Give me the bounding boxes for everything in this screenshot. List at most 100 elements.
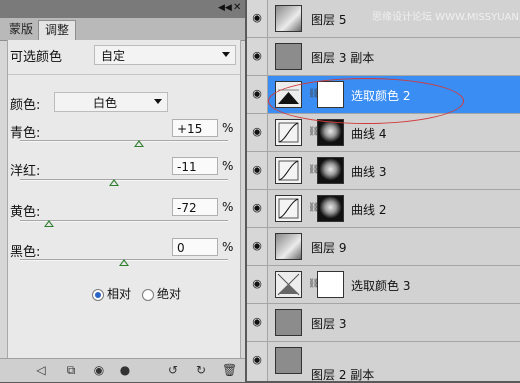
layer-mask-thumbnail xyxy=(317,195,344,222)
layer-thumbnail xyxy=(275,43,302,70)
collapse-icon[interactable]: ◀◀ xyxy=(218,3,232,13)
link-icon[interactable]: ⛓ xyxy=(308,280,319,289)
clip-icon[interactable]: ⧉ xyxy=(64,363,78,377)
yellow-unit: % xyxy=(222,200,234,214)
colors-label: 颜色: xyxy=(10,98,41,113)
yellow-value-input[interactable]: -72 xyxy=(172,198,218,216)
eye-icon: ◉ xyxy=(252,87,262,100)
layer-row[interactable]: ◉ 图层 3 副本 xyxy=(247,38,520,76)
cyan-slider-track[interactable] xyxy=(20,140,228,142)
layer-row[interactable]: ◉ ⛓ 曲线 2 xyxy=(247,190,520,228)
preset-dropdown[interactable]: 自定 xyxy=(94,45,236,65)
mask-icon[interactable]: ◉ xyxy=(92,363,106,377)
visibility-toggle[interactable]: ◉ xyxy=(247,152,268,189)
layer-name: 选取颜色 3 xyxy=(351,279,411,293)
cyan-value-input[interactable]: +15 xyxy=(172,119,218,137)
eye-icon: ◉ xyxy=(252,163,262,176)
curves-thumbnail xyxy=(275,157,302,184)
visibility-toggle[interactable]: ◉ xyxy=(247,0,268,37)
layer-name: 曲线 2 xyxy=(351,203,387,217)
cyan-label: 青色: xyxy=(10,126,41,141)
layer-row[interactable]: ◉ 图层 2 副本 xyxy=(247,342,520,382)
curve-icon xyxy=(278,160,299,181)
tab-adjustments[interactable]: 调整 xyxy=(38,20,77,40)
magenta-unit: % xyxy=(222,159,234,173)
link-icon[interactable]: ⛓ xyxy=(308,166,319,175)
back-arrow-icon[interactable]: ◁ xyxy=(34,363,48,377)
magenta-slider-thumb[interactable] xyxy=(108,179,119,186)
magenta-slider-track[interactable] xyxy=(20,179,228,181)
magenta-label: 洋红: xyxy=(10,164,41,179)
link-icon[interactable]: ⛓ xyxy=(308,128,319,137)
yellow-label: 黄色: xyxy=(10,205,41,220)
magenta-value-input[interactable]: -11 xyxy=(172,157,218,175)
colors-dropdown[interactable]: 白色 xyxy=(54,92,168,112)
layer-row[interactable]: ◉ 图层 9 xyxy=(247,228,520,266)
reset-icon[interactable]: ↺ xyxy=(166,363,180,377)
layer-name: 图层 2 副本 xyxy=(311,368,375,382)
layer-row[interactable]: ◉ ⛓ 选取颜色 3 xyxy=(247,266,520,304)
layer-name: 图层 3 xyxy=(311,317,347,331)
absolute-radio[interactable] xyxy=(142,289,154,301)
preset-value: 自定 xyxy=(101,49,126,63)
yellow-slider-thumb[interactable] xyxy=(44,220,55,227)
black-slider-thumb[interactable] xyxy=(119,259,129,266)
layers-panel: ◉ 图层 5 ◉ 图层 3 副本 ◉ ⛓ 选取颜色 2 ◉ ⛓ 曲线 4 ◉ ⛓… xyxy=(247,0,520,382)
layer-thumbnail xyxy=(275,347,302,374)
panel-bottom-toolbar: ◁ ⧉ ◉ ● ↺ ↻ 🗑 xyxy=(0,358,245,382)
eye-icon: ◉ xyxy=(252,239,262,252)
chevron-down-icon xyxy=(222,52,230,57)
visibility-toggle[interactable]: ◉ xyxy=(247,266,268,303)
highlight-circle xyxy=(268,78,464,124)
selective-color-thumbnail xyxy=(275,271,302,298)
cyan-slider-thumb[interactable] xyxy=(133,140,144,147)
relative-radio[interactable] xyxy=(92,289,104,301)
visibility-toggle[interactable]: ◉ xyxy=(247,38,268,75)
cyan-unit: % xyxy=(222,121,234,135)
close-icon[interactable]: ✕ xyxy=(233,3,243,13)
curves-thumbnail xyxy=(275,119,302,146)
visibility-toggle[interactable]: ◉ xyxy=(247,228,268,265)
curve-icon xyxy=(278,122,299,143)
link-icon[interactable]: ⛓ xyxy=(308,204,319,213)
black-label: 黑色: xyxy=(10,245,41,260)
chevron-down-icon xyxy=(154,99,162,104)
visibility-toggle[interactable]: ◉ xyxy=(247,304,268,341)
relative-label: 相对 xyxy=(107,287,132,301)
layer-thumbnail xyxy=(275,233,302,260)
layer-mask-thumbnail xyxy=(317,271,344,298)
visibility-toggle[interactable]: ◉ xyxy=(247,114,268,151)
visibility-toggle[interactable]: ◉ xyxy=(247,342,268,381)
layer-mask-thumbnail xyxy=(317,157,344,184)
adjustment-icon xyxy=(277,273,300,296)
panel-tabs: 蒙版 调整 ▾≡ xyxy=(0,18,245,51)
layer-name: 曲线 3 xyxy=(351,165,387,179)
adjustment-title: 可选颜色 xyxy=(10,50,63,65)
eye-icon: ◉ xyxy=(252,315,262,328)
absolute-label: 绝对 xyxy=(157,287,182,301)
layer-name: 图层 5 xyxy=(311,13,347,27)
eye-icon: ◉ xyxy=(252,49,262,62)
eye-icon: ◉ xyxy=(252,11,262,24)
visibility-toggle[interactable]: ◉ xyxy=(247,190,268,227)
refresh-icon[interactable]: ↻ xyxy=(194,363,208,377)
layer-row[interactable]: ◉ ⛓ 曲线 3 xyxy=(247,152,520,190)
layer-thumbnail xyxy=(275,5,302,32)
visibility-toggle[interactable]: ◉ xyxy=(247,76,268,113)
selective-color-settings: 可选颜色 自定 颜色: 白色 青色: +15 % 洋红: -11 % 黄色: -… xyxy=(7,40,241,359)
layer-row[interactable]: ◉ 图层 3 xyxy=(247,304,520,342)
eye-icon: ◉ xyxy=(252,125,262,138)
eye-icon[interactable]: ● xyxy=(118,363,132,377)
layer-name: 图层 9 xyxy=(311,241,347,255)
layer-name: 曲线 4 xyxy=(351,127,387,141)
tab-masks[interactable]: 蒙版 xyxy=(3,20,39,39)
watermark: 思缘设计论坛 WWW.MISSYUAN.COM xyxy=(372,12,520,23)
black-value-input[interactable]: 0 xyxy=(172,238,218,256)
divider xyxy=(8,74,240,75)
colors-value: 白色 xyxy=(93,96,118,110)
curve-icon xyxy=(278,198,299,219)
layer-thumbnail xyxy=(275,309,302,336)
trash-icon[interactable]: 🗑 xyxy=(222,363,237,377)
curves-thumbnail xyxy=(275,195,302,222)
eye-icon: ◉ xyxy=(252,353,262,366)
